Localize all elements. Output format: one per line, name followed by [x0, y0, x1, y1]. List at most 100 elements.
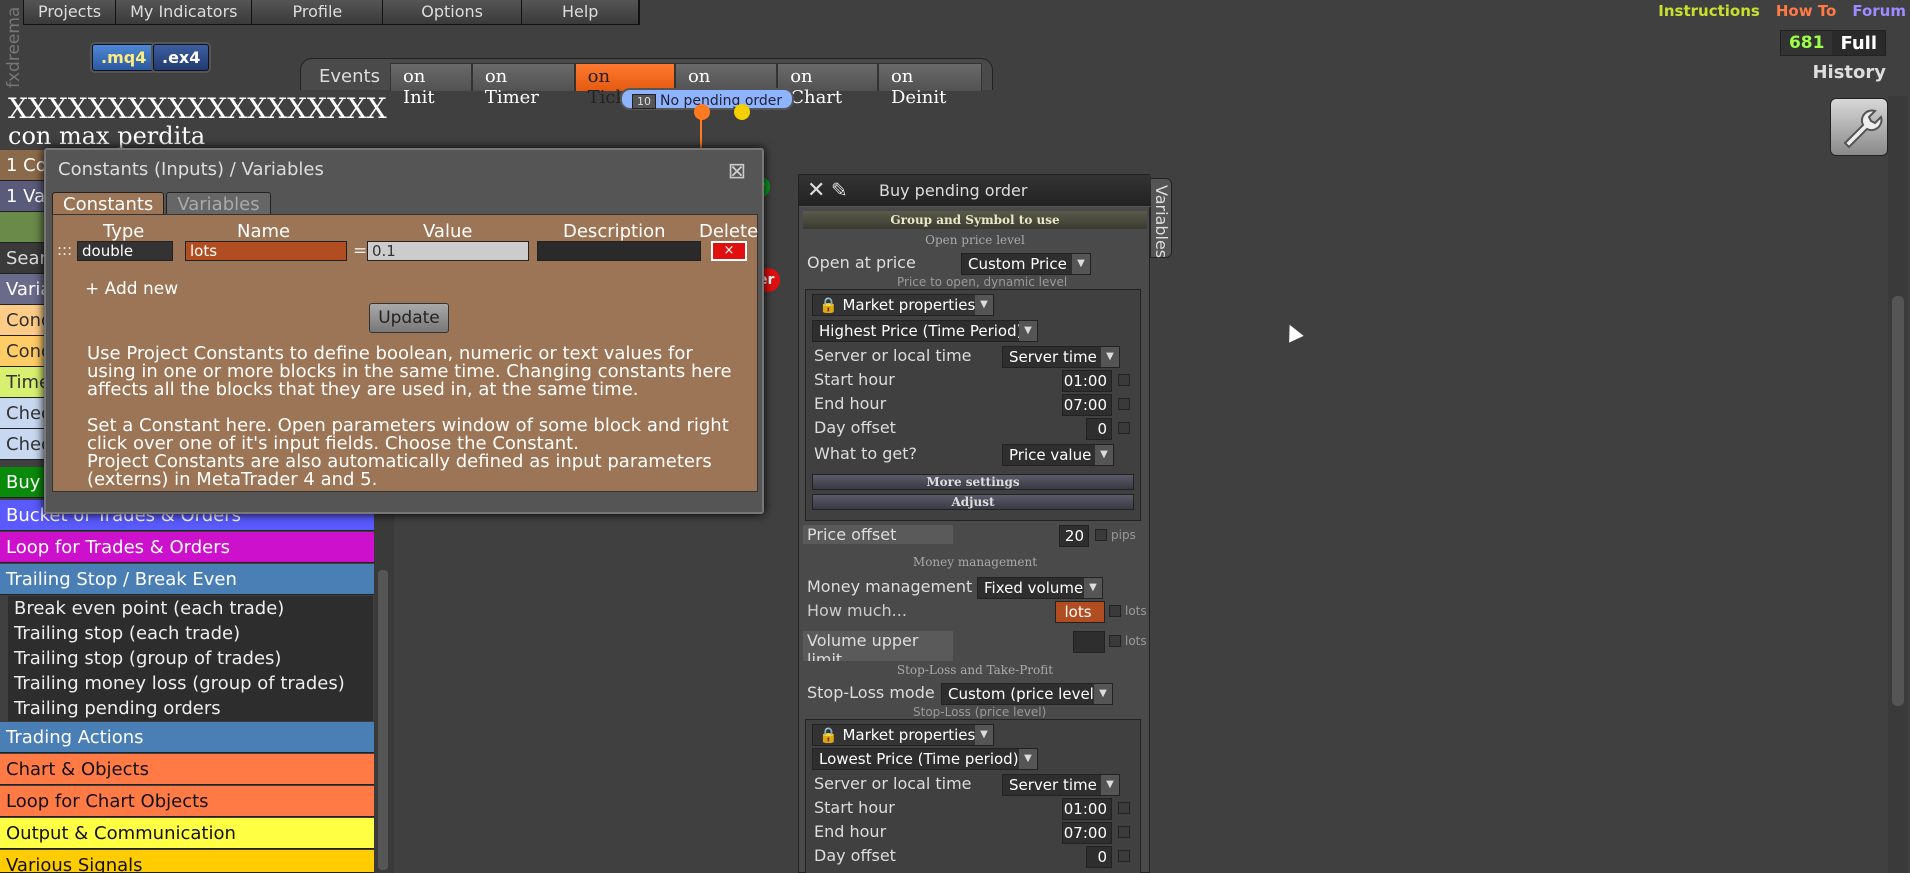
menu-profile[interactable]: Profile — [252, 0, 384, 24]
sl-mode-select[interactable]: Custom (price level) ▼ — [941, 683, 1113, 705]
constant-name-input[interactable]: lots — [185, 241, 347, 261]
ex4-button[interactable]: .ex4 — [153, 44, 210, 71]
end-hour-input-2[interactable]: 07:00 — [1062, 822, 1112, 844]
menu-projects[interactable]: Projects — [24, 0, 117, 24]
lock-icon: 🔒 — [819, 296, 838, 314]
equals-sign: = — [353, 241, 368, 261]
col-name: Name — [237, 221, 291, 242]
trailing-item-each[interactable]: Trailing stop (each trade) — [8, 621, 373, 646]
market-properties-box-2: 🔒 Market properties ▼ Lowest Price (Time … — [805, 719, 1141, 873]
open-price-hint: Price to open, dynamic level — [897, 275, 1068, 289]
constant-description-input[interactable] — [537, 241, 701, 261]
price-offset-checkbox[interactable] — [1095, 529, 1107, 541]
menu-help[interactable]: Help — [521, 0, 640, 24]
palette-signals[interactable]: Various Signals — [0, 850, 374, 873]
block-number: 10 — [632, 94, 656, 109]
adjust-button[interactable]: Adjust — [812, 494, 1134, 510]
menu-options[interactable]: Options — [383, 0, 522, 24]
trailing-item-money[interactable]: Trailing money loss (group of trades) — [8, 671, 373, 696]
constant-type-select[interactable]: double — [77, 241, 173, 261]
palette-trading-actions[interactable]: Trading Actions — [0, 722, 374, 753]
start-hour-input-1[interactable]: 01:00 — [1062, 370, 1112, 392]
market-properties-label-2: Market properties — [842, 726, 976, 744]
buy-pending-panel: ✕ ✎ Buy pending order Group and Symbol t… — [798, 174, 1151, 873]
end-hour-checkbox-1[interactable] — [1118, 398, 1130, 410]
pin-icon[interactable]: ✎ — [831, 178, 848, 202]
forum-link[interactable]: Forum — [1852, 2, 1906, 20]
tab-on-timer[interactable]: on Timer — [471, 63, 575, 108]
price-offset-label: Price offset — [803, 525, 953, 544]
section-sltp[interactable]: Stop-Loss and Take-Profit — [803, 661, 1147, 679]
server-time-label-2: Server or local time — [814, 774, 972, 793]
sl-mode-value: Custom (price level) — [948, 685, 1100, 703]
palette-loop-trades[interactable]: Loop for Trades & Orders — [0, 532, 374, 563]
canvas-scroll-thumb[interactable] — [1892, 296, 1904, 706]
start-hour-input-2[interactable]: 01:00 — [1062, 798, 1112, 820]
trailing-item-break-even[interactable]: Break even point (each trade) — [8, 596, 373, 621]
instructions-link[interactable]: Instructions — [1658, 2, 1760, 20]
highest-price-select[interactable]: Highest Price (Time Period) ▼ — [812, 320, 1038, 342]
add-new-button[interactable]: + Add new — [85, 279, 178, 299]
palette-trailing[interactable]: Trailing Stop / Break Even — [0, 564, 374, 595]
section-money[interactable]: Money management — [803, 553, 1147, 571]
tab-on-trade[interactable]: on Trade — [674, 63, 778, 108]
what-to-get-select[interactable]: Price value ▼ — [1002, 444, 1114, 466]
market-properties-select-1[interactable]: 🔒 Market properties ▼ — [812, 294, 994, 316]
trailing-item-group[interactable]: Trailing stop (group of trades) — [8, 646, 373, 671]
server-time-select-2[interactable]: Server time ▼ — [1002, 774, 1120, 796]
connector-dot-orange[interactable] — [694, 104, 710, 120]
howto-link[interactable]: How To — [1776, 2, 1836, 20]
market-properties-select-2[interactable]: 🔒 Market properties ▼ — [812, 724, 994, 746]
drag-handle-icon[interactable]: ::: — [57, 241, 72, 259]
counter-box: 681 Full — [1779, 30, 1886, 56]
tab-variables[interactable]: Variables — [166, 192, 271, 216]
connector-dot-yellow[interactable] — [734, 104, 750, 120]
upper-limit-checkbox[interactable] — [1109, 635, 1121, 647]
day-offset-checkbox-2[interactable] — [1118, 850, 1130, 862]
lowest-price-select[interactable]: Lowest Price (Time period) ▼ — [812, 748, 1038, 770]
palette-output[interactable]: Output & Communication — [0, 818, 374, 849]
variables-side-tab[interactable]: Variables — [1150, 178, 1172, 258]
tab-on-deinit[interactable]: on Deinit — [877, 63, 982, 108]
palette-scroll-thumb[interactable] — [378, 570, 388, 870]
help-paragraph-2: Set a Constant here. Open parameters win… — [87, 415, 729, 490]
mm-select[interactable]: Fixed volume ▼ — [977, 577, 1103, 599]
wrench-icon[interactable] — [1830, 98, 1888, 156]
close-icon[interactable]: ✕ — [807, 178, 825, 203]
how-much-checkbox[interactable] — [1109, 605, 1121, 617]
more-settings-button[interactable]: More settings — [812, 474, 1134, 490]
end-hour-checkbox-2[interactable] — [1118, 826, 1130, 838]
history-link[interactable]: History — [1812, 62, 1886, 83]
day-offset-checkbox-1[interactable] — [1118, 422, 1130, 434]
start-hour-checkbox-2[interactable] — [1118, 802, 1130, 814]
upper-limit-input[interactable] — [1073, 631, 1105, 653]
mq4-button[interactable]: .mq4 — [92, 44, 156, 71]
palette-chart-objects[interactable]: Chart & Objects — [0, 754, 374, 785]
no-pending-label: No pending order — [660, 93, 783, 109]
constant-value-input[interactable]: 0.1 — [367, 241, 529, 261]
tab-constants[interactable]: Constants — [52, 192, 165, 216]
tab-on-chart[interactable]: on Chart — [777, 63, 878, 108]
tab-on-init[interactable]: on Init — [389, 63, 472, 108]
how-much-input[interactable]: lots — [1055, 601, 1105, 623]
full-button[interactable]: Full — [1832, 31, 1885, 55]
close-icon[interactable]: ⊠ — [726, 161, 748, 184]
section-group[interactable]: Group and Symbol to use — [803, 211, 1147, 229]
menu-my-indicators[interactable]: My Indicators — [116, 0, 253, 24]
start-hour-checkbox-1[interactable] — [1118, 374, 1130, 386]
server-time-select-1[interactable]: Server time ▼ — [1002, 346, 1120, 368]
price-offset-input[interactable]: 20 — [1059, 525, 1089, 547]
update-button[interactable]: Update — [369, 303, 449, 333]
palette-loop-chart[interactable]: Loop for Chart Objects — [0, 786, 374, 817]
open-at-price-select[interactable]: Custom Price ▼ — [961, 253, 1091, 275]
project-title: XXXXXXXXXXXXXXXXXXX — [8, 92, 387, 125]
end-hour-input-1[interactable]: 07:00 — [1062, 394, 1112, 416]
top-links: Instructions How To Forum — [1658, 2, 1906, 20]
trailing-item-pending[interactable]: Trailing pending orders — [8, 696, 373, 721]
tab-on-tick[interactable]: on Tick11 — [574, 63, 675, 108]
delete-button[interactable]: × — [711, 241, 747, 261]
sl-mode-label: Stop-Loss mode — [807, 683, 935, 702]
day-offset-input-1[interactable]: 0 — [1086, 418, 1112, 440]
day-offset-input-2[interactable]: 0 — [1086, 846, 1112, 868]
canvas-scrollbar[interactable] — [1888, 96, 1908, 873]
